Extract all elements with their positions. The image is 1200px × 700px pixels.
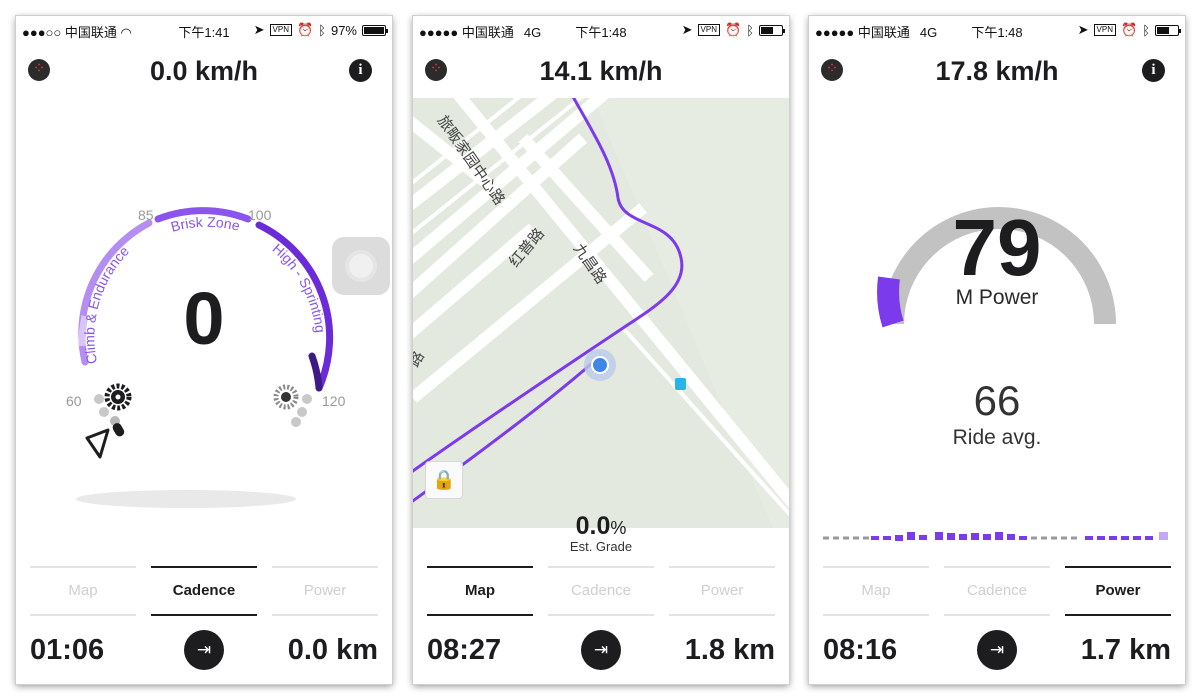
exit-icon[interactable]: ⇥ xyxy=(581,630,621,670)
ride-time: 01:06 xyxy=(30,634,105,666)
grade-unit: % xyxy=(610,518,627,538)
grade-panel: 0.0% Est. Grade xyxy=(413,512,789,554)
alarm-icon: ⏰ xyxy=(725,22,742,37)
tab-cadence[interactable]: Cadence xyxy=(151,566,257,616)
exit-icon[interactable]: ⇥ xyxy=(184,630,224,670)
cadence-pointer-icon xyxy=(85,423,125,459)
footer: 01:06 ⇥ 0.0 km xyxy=(30,630,378,670)
floating-assistive-button[interactable] xyxy=(332,237,390,295)
tab-bar: Map Cadence Power xyxy=(823,566,1171,616)
ride-average-label: Ride avg. xyxy=(952,426,1042,449)
header: 14.1 km/h xyxy=(413,52,789,92)
footer: 08:16 ⇥ 1.7 km xyxy=(823,630,1171,670)
bluetooth-icon: ᛒ xyxy=(746,22,754,38)
ride-time: 08:27 xyxy=(427,634,502,666)
tab-cadence[interactable]: Cadence xyxy=(548,566,654,616)
tick-60: 60 xyxy=(66,393,82,409)
tab-map[interactable]: Map xyxy=(823,566,929,616)
gauge-shadow xyxy=(76,490,296,508)
tick-120: 120 xyxy=(322,393,346,409)
grade-label: Est. Grade xyxy=(569,539,633,554)
ride-map[interactable]: 旅畈家园中心路 红普路 九昌路 路 xyxy=(413,98,789,528)
ride-distance: 1.8 km xyxy=(684,634,775,666)
power-label: M Power xyxy=(955,286,1039,309)
screen-cadence: ●●●○○ 中国联通 ◠ 下午1:41 ➤ VPN ⏰ ᛒ 97% 0.0 km… xyxy=(16,16,392,684)
tab-map[interactable]: Map xyxy=(30,566,136,616)
tab-cadence[interactable]: Cadence xyxy=(944,566,1050,616)
speed-readout: 14.1 km/h xyxy=(539,56,663,86)
svg-text:Brisk Zone: Brisk Zone xyxy=(169,214,242,235)
lock-icon[interactable]: 🔒 xyxy=(425,461,463,499)
status-bar: ●●●●● 中国联通 4G 下午1:48 ➤ VPN ⏰ ᛒ xyxy=(413,16,789,42)
footer: 08:27 ⇥ 1.8 km xyxy=(427,630,775,670)
ride-distance: 1.7 km xyxy=(1080,634,1171,666)
power-history-bars xyxy=(823,532,1168,541)
exit-icon[interactable]: ⇥ xyxy=(977,630,1017,670)
vpn-badge: VPN xyxy=(697,24,720,36)
location-icon: ➤ xyxy=(681,22,693,37)
battery-icon xyxy=(759,24,785,36)
tab-power[interactable]: Power xyxy=(1065,566,1171,616)
bus-stop-icon xyxy=(675,378,686,390)
tab-map[interactable]: Map xyxy=(427,566,533,616)
ride-average-value: 66 xyxy=(973,377,1021,424)
tab-bar: Map Cadence Power xyxy=(427,566,775,616)
ride-distance: 0.0 km xyxy=(287,634,378,666)
zone-label-brisk: Brisk Zone xyxy=(169,214,242,235)
tab-power[interactable]: Power xyxy=(669,566,775,616)
grade-value: 0.0 xyxy=(575,512,611,540)
ride-time: 08:16 xyxy=(823,634,898,666)
low-gear-icon xyxy=(94,383,132,426)
tick-85: 85 xyxy=(138,207,154,223)
tab-bar: Map Cadence Power xyxy=(30,566,378,616)
tab-power[interactable]: Power xyxy=(272,566,378,616)
high-gear-icon xyxy=(273,384,312,427)
power-value: 79 xyxy=(952,203,1042,292)
screen-power: ●●●●● 中国联通4G 下午1:48 ➤ VPN ⏰ ᛒ 17.8 km/h … xyxy=(809,16,1185,684)
screen-map: ●●●●● 中国联通 4G 下午1:48 ➤ VPN ⏰ ᛒ 旅畈家园中心路 红… xyxy=(413,16,789,684)
tick-100: 100 xyxy=(248,207,272,223)
